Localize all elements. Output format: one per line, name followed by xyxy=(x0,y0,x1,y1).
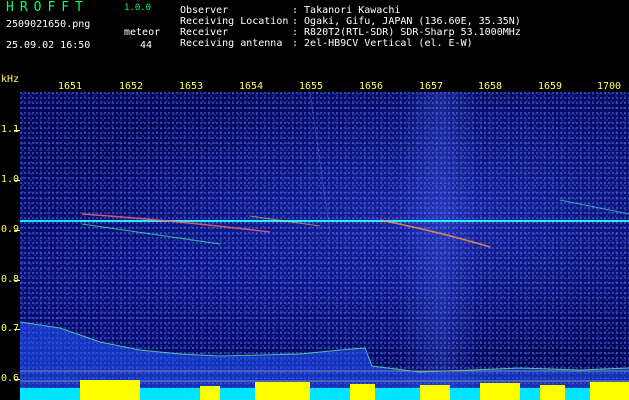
meteor-echo xyxy=(309,92,331,233)
time-tick: 1657 xyxy=(419,81,444,92)
meteor-label: meteor xyxy=(124,27,161,38)
meteor-echo xyxy=(379,219,491,248)
observer-value: : Takanori Kawachi xyxy=(292,5,401,16)
receiver-value: : R820T2(RTL-SDR) SDR-Sharp 53.1000MHz xyxy=(292,27,521,38)
observer-label: Observer xyxy=(180,5,229,16)
time-tick: 1655 xyxy=(299,81,324,92)
location-value: : Ogaki, Gifu, JAPAN (136.60E, 35.35N) xyxy=(292,16,521,27)
time-axis: 1651 1652 1653 1654 1655 1656 1657 1658 … xyxy=(0,74,629,92)
timestamp: 25.09.02 16:50 xyxy=(6,40,91,51)
time-tick: 1652 xyxy=(119,81,144,92)
frequency-axis: 1.1 1.0 0.9 0.8 0.7 0.6 xyxy=(0,92,20,400)
file-name: 2509021650.png xyxy=(6,19,91,30)
time-tick: 1651 xyxy=(58,81,83,92)
app-version: 1.0.0 xyxy=(124,3,152,13)
time-tick: 1659 xyxy=(538,81,563,92)
spectrogram-overlay xyxy=(20,92,629,400)
time-tick: 1700 xyxy=(597,81,622,92)
meteor-echo xyxy=(81,223,221,245)
time-tick: 1653 xyxy=(179,81,204,92)
location-label: Receiving Location xyxy=(180,16,289,27)
spectrogram xyxy=(20,92,629,400)
time-tick: 1658 xyxy=(478,81,503,92)
meteor-echo xyxy=(81,213,271,233)
header: HROFFT 1.0.0 2509021650.png 25.09.02 16:… xyxy=(0,0,629,74)
app-name: HROFFT xyxy=(6,0,89,15)
meteor-count: 44 xyxy=(140,40,153,51)
antenna-value: : 2el-HB9CV Vertical (el. E-W) xyxy=(292,38,473,49)
time-tick: 1654 xyxy=(239,81,264,92)
receiver-label: Receiver xyxy=(180,27,229,38)
meteor-echo xyxy=(559,199,629,215)
antenna-label: Receiving antenna xyxy=(180,38,283,49)
time-tick: 1656 xyxy=(359,81,384,92)
